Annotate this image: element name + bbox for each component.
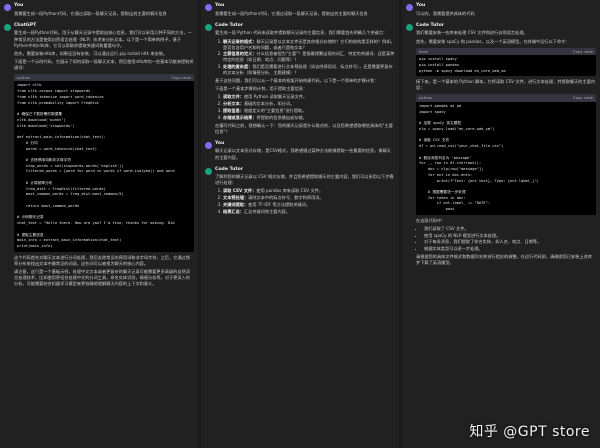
user-message: You 我需要生成一段Python代码，它通过读取一段聊天记录，提取出其主要的聊… bbox=[4, 3, 194, 19]
list-item: 对于每条消息，我们提取了命名实体，如人名、地点、日期等。 bbox=[424, 239, 596, 245]
user-message-2: You 聊天记录以文本形式存储，是CSV格式，我希望通过某种方法能够提取一些重要… bbox=[205, 141, 395, 163]
explain-title: 在这段代码中： bbox=[416, 217, 446, 223]
code-language: bash bbox=[419, 48, 429, 54]
assistant-message-2: Code Tutor 了解到您的聊天记录以 CSV 格式存储，并且您希望提取聊天… bbox=[205, 167, 395, 217]
chat-panel-chatgpt: You 我需要生成一段Python代码，它通过读取一段聊天记录，提取出其主要的聊… bbox=[0, 0, 198, 448]
code-language: python bbox=[419, 95, 433, 101]
code-tutor-avatar bbox=[205, 167, 212, 175]
install-note: 首先，需要安装nltk库，如果还没有安装，可以通过运行 pip install … bbox=[14, 50, 168, 56]
assistant-name: Code Tutor bbox=[215, 22, 244, 28]
list-item: 聊天记录的格式：聊天记录是以文本文件还是其他格式存储的？它们的结构是怎样的？例如… bbox=[223, 39, 395, 51]
copy-code-button[interactable]: Copy code bbox=[573, 95, 593, 101]
list-item: 使用 spaCy 的 NLP 模型进行文本处理。 bbox=[424, 233, 596, 239]
code-content: import pandas as pd import spacy # 加载 sp… bbox=[419, 103, 539, 212]
list-item: 根据实体类型可以进一步处理。 bbox=[424, 246, 596, 252]
list-item: 主要信息的定义：什么信息被视为"主要"？是指最频繁出现的词汇、特定的关键词、还是… bbox=[223, 51, 395, 63]
list-item: 提取信息：根据定义的"主要信息"进行提取。 bbox=[223, 108, 395, 114]
intro-text: 要生成一段 Python 代码来读取并提取聊天记录的主要信息，我们需要首先明确几… bbox=[215, 30, 388, 36]
code-tutor-avatar bbox=[205, 23, 212, 31]
screenshot-composite: You 我需要生成一段Python代码，它通过读取一段聊天记录，提取出其主要的聊… bbox=[0, 0, 600, 448]
list-item: 读取 CSV 文件：使用 pandas 库来读取 CSV 文件。 bbox=[223, 188, 395, 194]
intro-text: 要生成一段Python代码，用于从聊天记录中提取出核心信息，我们可以采用几种不同… bbox=[14, 30, 192, 48]
assistant-message: Code Tutor 我们需要安装一些库来处理 CSV 文件和进行自然语言处理。… bbox=[406, 23, 596, 269]
code-language: python bbox=[17, 74, 31, 80]
assistant-message: Code Tutor 要生成一段 Python 代码来读取并提取聊天记录的主要信… bbox=[205, 23, 395, 137]
user-text: 聊天记录以文本形式存储，是CSV格式，我希望通过某种方法能够提取一些重要的信息，… bbox=[215, 148, 391, 160]
intro-text: 我们需要安装一些库来处理 CSV 文件和进行自然语言处理。 bbox=[416, 30, 528, 36]
explain-list: 我们读取了 CSV 文件。 使用 spaCy 的 NLP 模型进行文本处理。 对… bbox=[416, 226, 596, 252]
user-message: You 我需要生成一段Python代码，它通过读取一段聊天记录，提取出其主要的聊… bbox=[205, 3, 395, 19]
demo-note: 下面是一个示例代码，它展示了如何读取一段聊天文本，然后使用nltk库的一些基本功… bbox=[14, 58, 194, 70]
tail-text: 请根据您的具体文件格式和数据列名称进行相应的调整。在运行代码前，请确保您已安装上… bbox=[416, 254, 592, 266]
copy-code-button[interactable]: Copy code bbox=[171, 75, 191, 81]
user-message: You 可以的，我需要提供具体的代码 bbox=[406, 3, 596, 19]
chat-panel-code-tutor-1: You 我需要生成一段Python代码，它通过读取一段聊天记录，提取出其主要的聊… bbox=[201, 0, 399, 448]
reply-text: 了解到您的聊天记录以 CSV 格式存储，并且您希望提取聊天的主要内容，我们可以采… bbox=[215, 174, 394, 186]
code-content: pip install spacy pip install pandas pyt… bbox=[419, 57, 506, 73]
user-name: You bbox=[215, 3, 225, 8]
chat-panel-code-tutor-2: You 可以的，我需要提供具体的代码 Code Tutor 我们需要安装一些库来… bbox=[402, 0, 600, 448]
bash-code-block: bash Copy code pip install spacy pip ins… bbox=[416, 47, 596, 77]
user-avatar bbox=[406, 4, 413, 11]
list-item: 结果汇总：汇总关键词和主要内容。 bbox=[223, 209, 395, 215]
list-item: 处理的复杂度：我们是否需要进行文本预处理（如去除停用词、标点符号），还是需要更复… bbox=[223, 64, 395, 76]
user-avatar bbox=[4, 4, 11, 11]
code-tutor-avatar bbox=[406, 23, 413, 31]
list-item: 关键词提取：使用 TF-IDF 等方法提取关键词。 bbox=[223, 202, 395, 208]
code-content: import nltk from nltk.corpus import stop… bbox=[17, 83, 175, 249]
user-avatar bbox=[205, 141, 212, 149]
steps-intro: 下面是一个基本步骤的计划，用于提取主要信息： bbox=[215, 86, 308, 92]
assistant-name: Code Tutor bbox=[215, 166, 244, 172]
key-points-list: 聊天记录的格式：聊天记录是以文本文件还是其他格式存储的？它们的结构是怎样的？例如… bbox=[215, 39, 395, 77]
code-block: python Copy code import nltk from nltk.c… bbox=[14, 73, 194, 252]
question-text: 在编写代码之前，我想确认一下：您的聊天记录是什么格式的，以及您希望提取哪些具体的… bbox=[215, 122, 393, 134]
after-text-1: 这个代码首先对聊天文本进行分词处理，然后去除常见的停用词和非字母字符，之后，它通… bbox=[14, 254, 190, 266]
chatgpt-avatar bbox=[4, 23, 11, 31]
list-item: 文本预处理：清除文本中的标点符号、数字和停用词。 bbox=[223, 195, 395, 201]
user-name: You bbox=[416, 3, 426, 8]
after-text-2: 请注意，这只是一个基础示例，处理中文文本或者更复杂的聊天记录可能需要更多高级的自… bbox=[14, 268, 190, 287]
python-code-block: python Copy code import pandas as pd imp… bbox=[416, 94, 596, 215]
next-note: 接下来，是一个基本的 Python 脚本，它将读取 CSV 文件，进行文本处理，… bbox=[416, 79, 596, 91]
list-item: 存储或显示结果：将提取的信息输出或存储。 bbox=[223, 115, 395, 121]
user-text: 我需要生成一段Python代码，它通过读取一段聊天记录，提取出其主要的聊天信息 bbox=[215, 10, 368, 16]
watermark: 知乎 @GPT store bbox=[469, 423, 590, 440]
plan-list: 读取 CSV 文件：使用 pandas 库来读取 CSV 文件。 文本预处理：清… bbox=[215, 188, 395, 214]
list-item: 分析文本：基础的文本分析，如分词。 bbox=[223, 101, 395, 107]
copy-code-button[interactable]: Copy code bbox=[573, 49, 593, 55]
mid-text: 基于这些问题，我们可以从一个基本的框架开始构建代码。以下是一个简单的步骤计划： bbox=[215, 78, 379, 84]
user-text: 我需要生成一段Python代码，它通过读取一段聊天记录，提取出其主要的聊天信息 bbox=[14, 10, 167, 16]
list-item: 我们读取了 CSV 文件。 bbox=[424, 226, 596, 232]
steps-list: 读取文件：使用 Python 读取聊天记录文件。 分析文本：基础的文本分析，如分… bbox=[215, 94, 395, 120]
user-name: You bbox=[14, 3, 24, 8]
user-avatar bbox=[205, 4, 212, 11]
install-note: 首先，需要安装 spaCy 和 pandas，以及一个英语模型。在终端中运行以下… bbox=[416, 38, 570, 44]
assistant-message: ChatGPT 要生成一段Python代码，用于从聊天记录中提取出核心信息，我们… bbox=[4, 23, 194, 289]
user-text: 可以的，我需要提供具体的代码 bbox=[416, 10, 475, 16]
list-item: 读取文件：使用 Python 读取聊天记录文件。 bbox=[223, 94, 395, 100]
assistant-name: ChatGPT bbox=[14, 22, 37, 28]
user-name: You bbox=[215, 140, 225, 146]
assistant-name: Code Tutor bbox=[416, 22, 445, 28]
